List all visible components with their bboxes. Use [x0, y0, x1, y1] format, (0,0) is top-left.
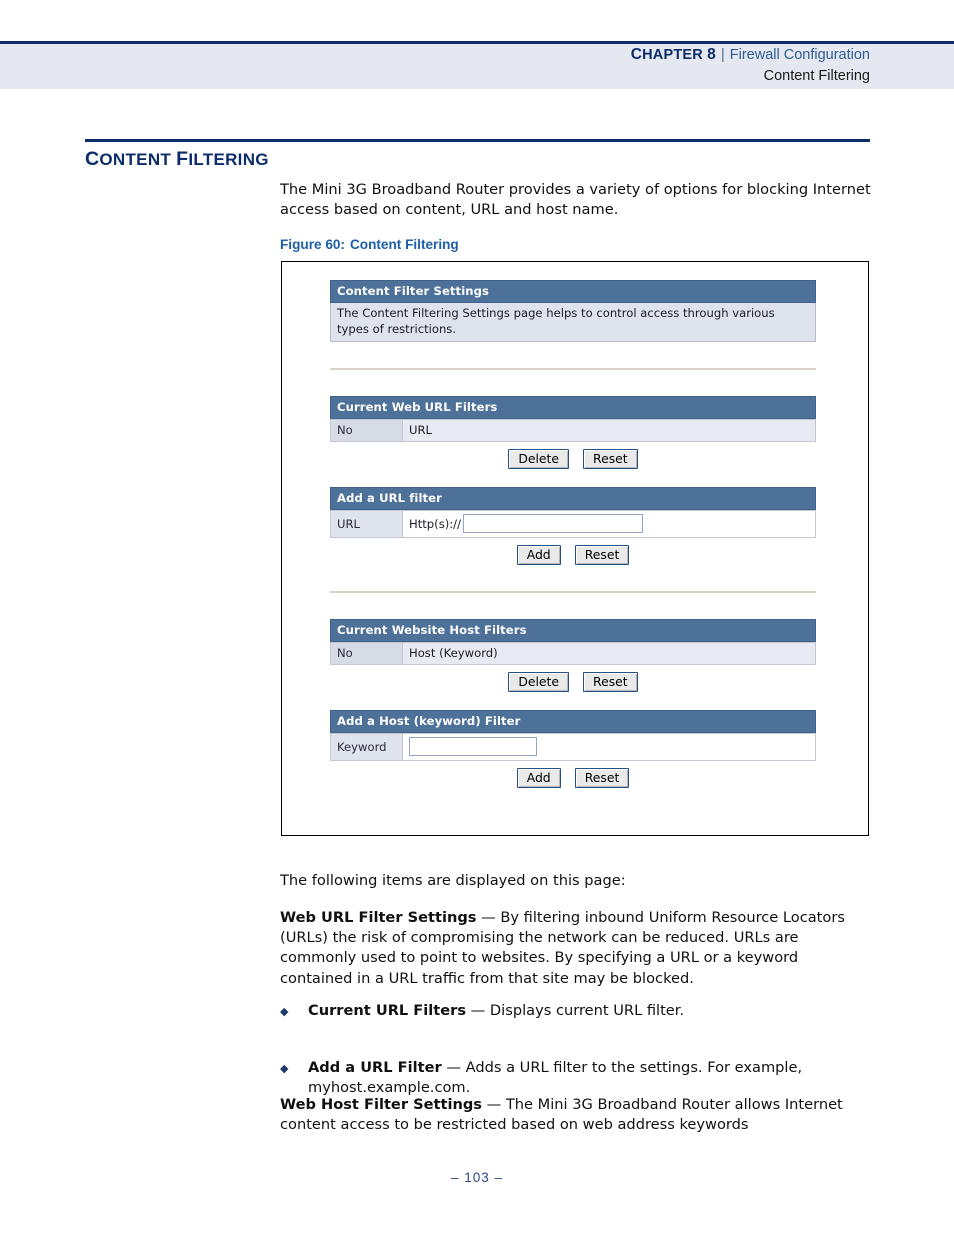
figure-caption: Figure 60: Content Filtering [280, 237, 459, 252]
chapter-label: CHAPTER 8 [630, 46, 716, 63]
table-row: URL Http(s):// [330, 510, 816, 538]
web-url-filter-settings-term: Web URL Filter Settings [280, 909, 477, 926]
web-host-filter-settings-paragraph: Web Host Filter Settings — The Mini 3G B… [280, 1095, 872, 1135]
web-url-filter-settings-paragraph: Web URL Filter Settings — By filtering i… [280, 908, 872, 989]
table-row: No Host (Keyword) [330, 642, 816, 665]
host-filters-reset-button[interactable]: Reset [583, 672, 638, 692]
http-prefix-label: Http(s):// [409, 516, 461, 531]
table-row: Keyword [330, 733, 816, 761]
add-url-filter-buttons: Add Reset [330, 538, 816, 565]
content-filter-settings-description: The Content Filtering Settings page help… [330, 303, 816, 342]
bullet-term-add-a-url-filter: Add a URL Filter [308, 1059, 442, 1077]
add-url-reset-button[interactable]: Reset [574, 545, 630, 565]
add-url-filter-label: URL [330, 510, 403, 538]
url-input[interactable] [462, 514, 643, 533]
add-host-keyword-buttons: Add Reset [330, 761, 816, 788]
content-filter-settings-header: Content Filter Settings [330, 280, 816, 303]
current-web-url-filters-table: No URL [330, 419, 816, 442]
current-web-url-filters-buttons: Delete Reset [330, 442, 816, 469]
add-host-keyword-field-cell [402, 733, 816, 761]
list-item: ◆ Current URL Filters — Displays current… [280, 1001, 872, 1021]
running-header-line-1: CHAPTER 8 | Firewall Configuration [631, 44, 870, 66]
em-dash-3: — [441, 1059, 466, 1077]
add-host-add-button[interactable]: Add [516, 768, 561, 788]
figure-frame: Content Filter Settings The Content Filt… [281, 261, 869, 836]
intro-paragraph: The Mini 3G Broadband Router provides a … [280, 181, 871, 219]
current-website-host-filters-header: Current Website Host Filters [330, 619, 816, 642]
column-header-no-host: No [330, 642, 403, 665]
current-web-url-filters-header: Current Web URL Filters [330, 396, 816, 419]
router-ui-screenshot: Content Filter Settings The Content Filt… [330, 280, 816, 788]
document-page: CHAPTER 8 | Firewall Configuration Content… [0, 0, 954, 1235]
current-host-filters-buttons: Delete Reset [330, 665, 816, 692]
add-host-keyword-filter-table: Keyword [330, 733, 816, 761]
header-section-title: Firewall Configuration [729, 47, 870, 63]
web-url-filter-settings-block: Web URL Filter Settings — By filtering i… [280, 908, 872, 989]
figure-caption-label: Figure 60: [280, 237, 345, 252]
keyword-input[interactable] [409, 737, 537, 756]
table-row: No URL [330, 419, 816, 442]
em-dash-2: — [466, 1002, 490, 1019]
header-subsection-title: Content Filtering [763, 68, 870, 84]
em-dash-1: — [476, 909, 501, 926]
page-title: CONTENT FILTERING [85, 148, 269, 170]
diamond-bullet-icon: ◆ [280, 1005, 289, 1018]
column-header-host-keyword: Host (Keyword) [402, 642, 816, 665]
add-url-filter-field-cell: Http(s):// [402, 510, 816, 538]
current-website-host-filters-table: No Host (Keyword) [330, 642, 816, 665]
add-host-reset-button[interactable]: Reset [574, 768, 630, 788]
url-filters-reset-button[interactable]: Reset [583, 449, 638, 469]
bullet-paragraph-1: Current URL Filters — Displays current U… [308, 1001, 872, 1021]
bullet-term-current-url-filters: Current URL Filters [308, 1002, 467, 1019]
section-rule [85, 139, 870, 142]
add-url-filter-header: Add a URL filter [330, 487, 816, 510]
lead-in-paragraph: The following items are displayed on thi… [280, 872, 626, 889]
bullet-paragraph-2: Add a URL Filter — Adds a URL filter to … [308, 1058, 872, 1098]
add-host-keyword-label: Keyword [330, 733, 403, 761]
running-header: CHAPTER 8 | Firewall Configuration Content… [631, 44, 870, 87]
column-header-url: URL [402, 419, 816, 442]
section-intro: The Mini 3G Broadband Router provides a … [280, 180, 872, 220]
page-footer: – 103 – [0, 1170, 954, 1185]
em-dash-4: — [482, 1096, 506, 1113]
page-number: – 103 – [450, 1170, 504, 1185]
list-item: ◆ Add a URL Filter — Adds a URL filter t… [280, 1058, 872, 1098]
header-separator: | [720, 47, 725, 63]
column-header-no: No [330, 419, 403, 442]
add-url-add-button[interactable]: Add [516, 545, 561, 565]
add-url-filter-table: URL Http(s):// [330, 510, 816, 538]
web-host-filter-settings-term: Web Host Filter Settings [280, 1096, 482, 1113]
diamond-bullet-icon: ◆ [280, 1062, 289, 1076]
host-filters-delete-button[interactable]: Delete [508, 672, 570, 692]
bullet-text-1: Displays current URL filter. [489, 1002, 685, 1019]
add-host-keyword-filter-header: Add a Host (keyword) Filter [330, 710, 816, 733]
url-filters-delete-button[interactable]: Delete [508, 449, 570, 469]
web-host-filter-settings-block: Web Host Filter Settings — The Mini 3G B… [280, 1095, 872, 1135]
figure-caption-text: Content Filtering [349, 237, 459, 252]
lead-in-block: The following items are displayed on thi… [280, 871, 872, 891]
